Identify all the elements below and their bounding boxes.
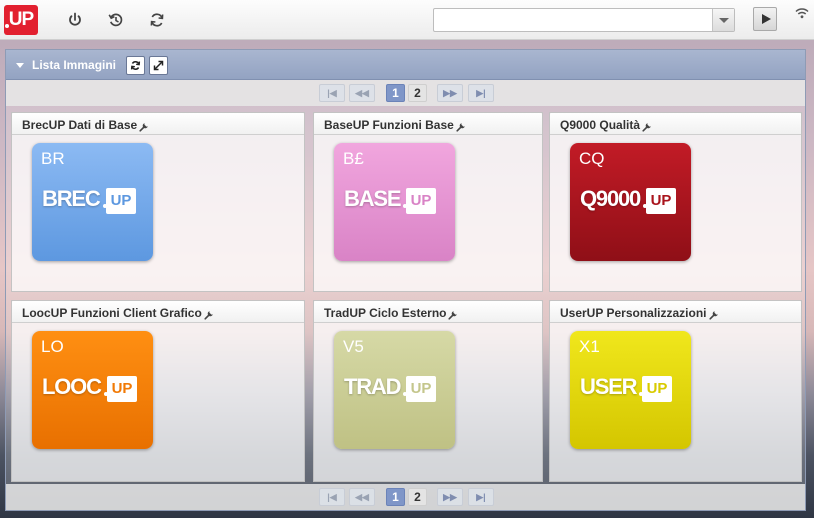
app-tile[interactable]: X1 USER UP [570, 331, 691, 449]
card-title: BaseUP Funzioni Base [324, 118, 454, 132]
up-badge: UP [104, 376, 137, 402]
last-page-button[interactable]: ▶| [468, 488, 494, 506]
page-2-button[interactable]: 2 [408, 84, 427, 102]
wrench-icon[interactable] [708, 306, 719, 324]
image-list-panel: Lista Immagini |◀ ◀◀ 1 2 ▶▶ ▶| BrecUP Da… [5, 49, 806, 511]
up-badge: UP [403, 376, 436, 402]
play-button[interactable] [753, 7, 777, 31]
next-page-button[interactable]: ▶▶ [437, 488, 463, 506]
panel-expand-button[interactable] [149, 56, 168, 75]
app-card: UserUP Personalizzazioni X1 USER UP [549, 300, 802, 482]
wifi-icon [795, 6, 809, 20]
refresh-icon[interactable] [147, 10, 167, 30]
panel-header: Lista Immagini [6, 50, 805, 80]
up-logo: UP [4, 5, 38, 35]
app-card: BrecUP Dati di Base BR BREC UP [11, 112, 305, 292]
tile-code: X1 [579, 337, 600, 356]
tile-code: CQ [579, 149, 605, 168]
power-icon[interactable] [65, 10, 85, 30]
history-icon[interactable] [106, 10, 126, 30]
app-card: Q9000 Qualità CQ Q9000 UP [549, 112, 802, 292]
tile-name: USER [580, 374, 638, 399]
app-tile[interactable]: B£ BASE UP [334, 143, 455, 261]
collapse-toggle-icon[interactable] [16, 63, 24, 68]
wrench-icon[interactable] [203, 306, 214, 324]
card-title: UserUP Personalizzazioni [560, 306, 707, 320]
page-2-button[interactable]: 2 [408, 488, 427, 506]
up-badge: UP [639, 376, 672, 402]
expand-icon [153, 60, 164, 71]
app-card: TradUP Ciclo Esterno V5 TRAD UP [313, 300, 543, 482]
app-card: LoocUP Funzioni Client Grafico LO LOOC UP [11, 300, 305, 482]
program-input[interactable] [434, 9, 710, 31]
logo-text: UP [8, 9, 34, 30]
up-badge: UP [103, 188, 136, 214]
app-tile[interactable]: CQ Q9000 UP [570, 143, 691, 261]
tile-name: TRAD [344, 374, 402, 399]
card-title: Q9000 Qualità [560, 118, 641, 132]
first-page-button[interactable]: |◀ [319, 488, 345, 506]
program-combobox[interactable] [433, 8, 735, 32]
tile-name: BREC [42, 186, 101, 211]
pagination-bottom: |◀ ◀◀ 1 2 ▶▶ ▶| [6, 484, 805, 510]
tile-code: BR [41, 149, 65, 168]
card-title: TradUP Ciclo Esterno [324, 306, 447, 320]
card-title: LoocUP Funzioni Client Grafico [22, 306, 202, 320]
tile-code: B£ [343, 149, 364, 168]
card-header: TradUP Ciclo Esterno [314, 301, 542, 323]
prev-page-button[interactable]: ◀◀ [349, 488, 375, 506]
page-1-button[interactable]: 1 [386, 84, 405, 102]
up-badge: UP [403, 188, 436, 214]
card-header: UserUP Personalizzazioni [550, 301, 801, 323]
pagination-top: |◀ ◀◀ 1 2 ▶▶ ▶| [6, 80, 805, 106]
card-header: BrecUP Dati di Base [12, 113, 304, 135]
chevron-down-icon[interactable] [712, 9, 734, 31]
refresh-icon [130, 61, 141, 70]
logo-dot [5, 24, 9, 28]
next-page-button[interactable]: ▶▶ [437, 84, 463, 102]
tile-code: LO [41, 337, 64, 356]
app-card: BaseUP Funzioni Base B£ BASE UP [313, 112, 543, 292]
wrench-icon[interactable] [447, 306, 458, 324]
wrench-icon[interactable] [455, 118, 466, 136]
panel-title: Lista Immagini [32, 58, 117, 72]
panel-refresh-button[interactable] [126, 56, 145, 75]
card-header: Q9000 Qualità [550, 113, 801, 135]
tile-code: V5 [343, 337, 364, 356]
tile-name: BASE [344, 186, 402, 211]
tile-name: Q9000 [580, 186, 641, 211]
card-title: BrecUP Dati di Base [22, 118, 138, 132]
tile-name: LOOC [42, 374, 102, 399]
last-page-button[interactable]: ▶| [468, 84, 494, 102]
app-tile[interactable]: V5 TRAD UP [334, 331, 455, 449]
wrench-icon[interactable] [138, 118, 149, 136]
up-badge: UP [643, 188, 676, 214]
top-toolbar: UP [0, 0, 814, 40]
first-page-button[interactable]: |◀ [319, 84, 345, 102]
app-tile[interactable]: BR BREC UP [32, 143, 153, 261]
wrench-icon[interactable] [641, 118, 652, 136]
card-header: BaseUP Funzioni Base [314, 113, 542, 135]
card-header: LoocUP Funzioni Client Grafico [12, 301, 304, 323]
app-tile[interactable]: LO LOOC UP [32, 331, 153, 449]
prev-page-button[interactable]: ◀◀ [349, 84, 375, 102]
page-1-button[interactable]: 1 [386, 488, 405, 506]
